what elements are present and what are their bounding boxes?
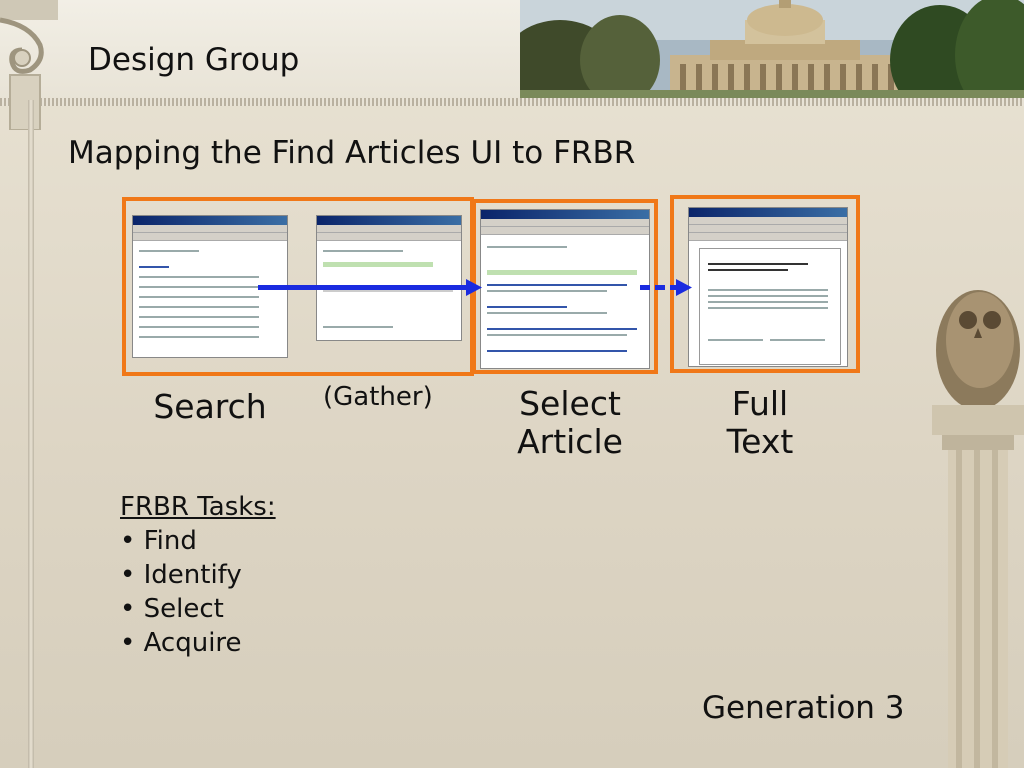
left-border <box>28 100 34 768</box>
stage-label-gather: (Gather) <box>323 382 433 412</box>
frbr-task-item: • Select <box>120 594 224 624</box>
owl-statue-image <box>918 280 1024 768</box>
frbr-task-item: • Find <box>120 526 197 556</box>
building-photo <box>520 0 1024 98</box>
frbr-tasks-heading: FRBR Tasks: <box>120 492 276 522</box>
stage-label-search: Search <box>153 387 267 426</box>
header-divider <box>0 98 1024 106</box>
fulltext-screenshot <box>688 207 848 367</box>
slide-subtitle: Mapping the Find Articles UI to FRBR <box>68 135 636 171</box>
frbr-task-item: • Identify <box>120 560 242 590</box>
page-title: Design Group <box>88 42 300 78</box>
select-screenshot <box>480 209 650 369</box>
stage-label-fulltext: Full Text <box>726 384 794 461</box>
fulltext-frame <box>670 195 860 373</box>
frbr-task-item: • Acquire <box>120 628 242 658</box>
arrow-head-select <box>466 279 482 296</box>
stage-label-select: Select Article <box>517 384 623 461</box>
gather-screenshot <box>316 215 462 341</box>
arrow-select-to-fulltext <box>640 279 692 296</box>
select-frame <box>472 199 658 374</box>
slide: Design Group Mapping the Find Articles U… <box>0 0 1024 768</box>
arrow-search-to-select <box>258 285 470 290</box>
frbr-tasks-list: FRBR Tasks: • Find • Identify • Select •… <box>120 490 276 660</box>
generation-label: Generation 3 <box>702 690 905 726</box>
